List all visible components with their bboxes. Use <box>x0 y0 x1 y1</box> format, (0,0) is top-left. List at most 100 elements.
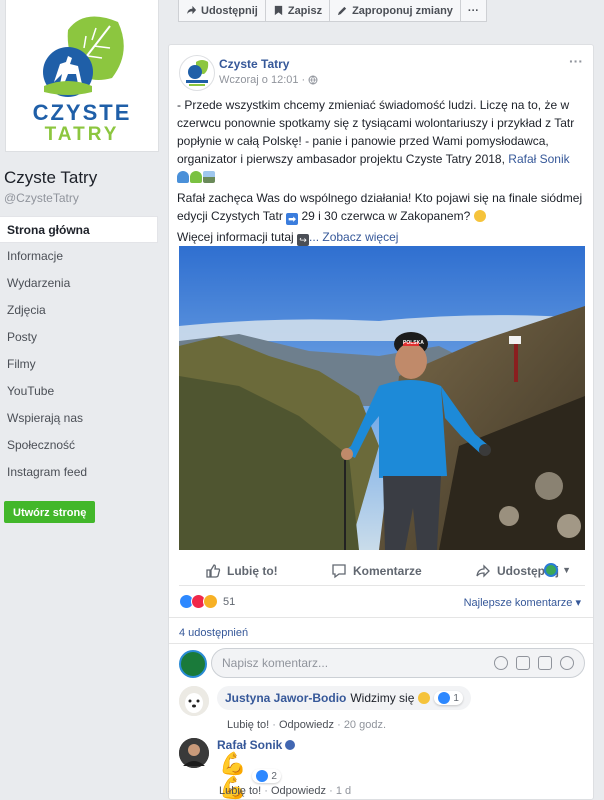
post-paragraph-2-text-b: 29 i 30 czerwca w Zakopanem? <box>301 209 471 223</box>
comment-post-button[interactable]: Komentarze <box>331 563 422 579</box>
curved-arrow-emoji-icon: ↪ <box>297 234 310 246</box>
create-page-button[interactable]: Utwórz stronę <box>4 501 96 523</box>
comment-author-avatar[interactable] <box>179 738 209 768</box>
comment-reaction-count: 1 <box>453 692 459 704</box>
comment-author-name[interactable]: Rafał Sonik <box>217 738 282 752</box>
nav-item-videos[interactable]: Filmy <box>0 351 158 378</box>
page-sidebar: CZYSTE TATRY Czyste Tatry @CzysteTatry S… <box>0 0 162 800</box>
mountain-photo-image <box>179 246 585 550</box>
post-meta: Wczoraj o 12:01 · <box>219 74 318 86</box>
share-count-link[interactable]: 4 udostępnień <box>179 627 248 639</box>
suggest-edits-label: Zaproponuj zmiany <box>352 4 453 17</box>
reaction-count: 51 <box>223 595 236 608</box>
nav-item-instagram[interactable]: Instagram feed <box>0 459 158 486</box>
gif-icon[interactable] <box>538 656 552 670</box>
like-post-button[interactable]: Lubię to! <box>205 563 278 579</box>
share-arrow-icon <box>476 563 490 578</box>
emoji-icon[interactable] <box>494 656 508 670</box>
comment-bubble: Justyna Jawor-Bodio Widzimy się 1 <box>217 686 471 710</box>
nav-item-supporters[interactable]: Wspierają nas <box>0 405 158 432</box>
nav-item-photos[interactable]: Zdjęcia <box>0 297 158 324</box>
nav-item-home[interactable]: Strona główna <box>0 216 158 243</box>
nav-item-community[interactable]: Społeczność <box>0 432 158 459</box>
page-action-bar: Udostępnij Zapisz Zaproponuj zmiany ··· <box>178 0 487 22</box>
like-reaction-icon <box>256 770 269 782</box>
like-reaction-icon <box>438 692 451 704</box>
page-avatar-icon <box>544 563 559 577</box>
suggest-edits-button[interactable]: Zaproponuj zmiany <box>329 0 461 22</box>
page-name[interactable]: Czyste Tatry <box>4 168 97 188</box>
comment-like-link[interactable]: Lubię to! <box>219 785 261 797</box>
chevron-down-icon: ▼ <box>562 565 571 575</box>
save-page-label: Zapisz <box>287 4 323 17</box>
pencil-icon <box>337 6 347 16</box>
post-author-avatar[interactable] <box>179 55 215 91</box>
comment-author-name[interactable]: Justyna Jawor-Bodio <box>225 691 346 705</box>
sticker-icon[interactable] <box>560 656 574 670</box>
page-profile-picture[interactable]: CZYSTE TATRY <box>5 0 159 152</box>
comment-like-link[interactable]: Lubię to! <box>227 719 269 731</box>
blue-heart-emoji-icon <box>177 171 189 183</box>
comment-reactions[interactable]: 2 <box>252 769 281 783</box>
globe-privacy-icon[interactable] <box>308 75 318 85</box>
bookmark-icon <box>274 5 283 16</box>
comment-actions: Lubię to! · Odpowiedz · 20 godz. <box>227 719 387 731</box>
share-page-label: Udostępnij <box>201 4 258 17</box>
divider <box>169 617 593 618</box>
smile-emoji-icon <box>473 210 486 222</box>
nav-item-posts[interactable]: Posty <box>0 324 158 351</box>
person-avatar-image <box>179 738 209 768</box>
right-arrow-emoji-icon: ➡ <box>286 213 299 225</box>
share-page-button[interactable]: Udostępnij <box>178 0 266 22</box>
comment-reply-link[interactable]: Odpowiedz <box>271 785 326 797</box>
post-paragraph-3: Więcej informacji tutaj ↪... Zobacz więc… <box>177 228 589 246</box>
post-action-bar: Lubię to! Komentarze Udostępnij <box>179 556 585 586</box>
post-photo[interactable]: POLSKA <box>179 246 585 550</box>
post-timestamp[interactable]: Wczoraj o 12:01 <box>219 74 298 86</box>
mountain-emoji-icon <box>203 171 215 183</box>
comment-input-placeholder: Napisz komentarz... <box>222 656 329 670</box>
nav-item-youtube[interactable]: YouTube <box>0 378 158 405</box>
page-nav: Strona główna Informacje Wydarzenia Zdję… <box>0 216 158 486</box>
nav-item-events[interactable]: Wydarzenia <box>0 270 158 297</box>
thumbs-up-icon <box>206 563 221 578</box>
commenter-avatar <box>179 650 207 678</box>
dog-avatar-image <box>179 686 209 716</box>
reaction-summary[interactable]: 51 <box>179 594 235 609</box>
comment-actions: Lubię to! · Odpowiedz · 1 d <box>219 785 352 797</box>
post-paragraph-2: Rafał zachęca Was do wspólnego działania… <box>177 189 589 225</box>
green-heart-emoji-icon <box>190 171 202 183</box>
mention-rafal-sonik[interactable]: Rafał Sonik <box>508 152 569 166</box>
comment-post-label: Komentarze <box>352 563 422 578</box>
nav-item-info[interactable]: Informacje <box>0 243 158 270</box>
comment-input-tools <box>494 656 574 670</box>
like-post-label: Lubię to! <box>227 563 278 578</box>
logo-text-czyste: CZYSTE <box>32 100 132 125</box>
comment-time[interactable]: 20 godz. <box>344 719 386 731</box>
save-page-button[interactable]: Zapisz <box>264 0 331 22</box>
camera-icon[interactable] <box>516 656 530 670</box>
comment-time[interactable]: 1 d <box>336 785 351 797</box>
comment-reaction-count: 2 <box>271 770 277 782</box>
see-more-link[interactable]: ... Zobacz więcej <box>309 230 398 244</box>
comment-sort-dropdown[interactable]: Najlepsze komentarze ▾ <box>464 596 581 609</box>
czyste-tatry-logo-small <box>186 60 209 86</box>
post-body: - Przede wszystkim chcemy zmieniać świad… <box>177 96 589 249</box>
post-author-name[interactable]: Czyste Tatry <box>219 57 289 71</box>
comment-reply-link[interactable]: Odpowiedz <box>279 719 334 731</box>
more-actions-button[interactable]: ··· <box>459 0 487 22</box>
grin-emoji-icon <box>418 692 431 704</box>
verified-badge-icon <box>285 740 296 750</box>
page-handle[interactable]: @CzysteTatry <box>4 191 79 205</box>
more-info-text: Więcej informacji tutaj <box>177 230 294 244</box>
comment-bubble-icon <box>332 563 346 578</box>
logo-text-tatry: TATRY <box>44 124 120 145</box>
comment-reactions[interactable]: 1 <box>434 691 463 705</box>
comment-text: Widzimy się <box>350 691 415 705</box>
post-as-selector[interactable]: ▼ <box>544 563 571 577</box>
wow-reaction-icon <box>203 594 218 609</box>
comment-author-avatar[interactable] <box>179 686 209 716</box>
post-card: Czyste Tatry Wczoraj o 12:01 · ··· - Prz… <box>168 44 594 800</box>
comment-input[interactable]: Napisz komentarz... <box>211 648 585 678</box>
post-options-menu[interactable]: ··· <box>569 53 583 69</box>
